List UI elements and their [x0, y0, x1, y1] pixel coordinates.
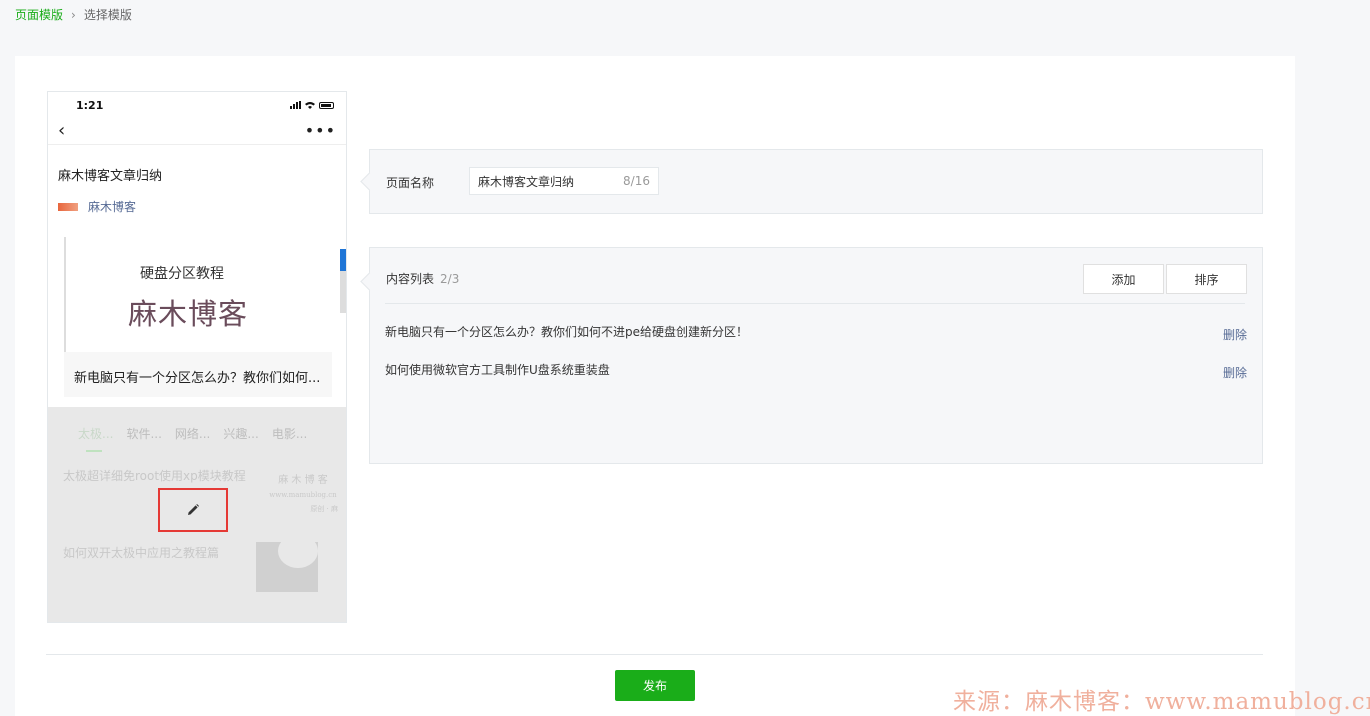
menu-tab-2[interactable]: 软件... [126, 425, 161, 442]
menu-tabs: 太极... 软件... 网络... 兴趣... 电影... [48, 407, 346, 452]
more-icon[interactable]: ••• [305, 121, 336, 140]
divider [385, 303, 1245, 304]
footer-divider [46, 654, 1263, 655]
cover-logo-text: 麻木博客 [128, 297, 249, 331]
breadcrumb-current: 选择模版 [83, 8, 132, 22]
breadcrumb-link-page-templates[interactable]: 页面模版 [15, 6, 63, 23]
cover-caption: 新电脑只有一个分区怎么办？教你们如何... [64, 352, 332, 397]
sort-button[interactable]: 排序 [1166, 264, 1247, 294]
wifi-icon [305, 102, 315, 109]
content-list-item: 如何使用微软官方工具制作U盘系统重装盘 删除 [385, 361, 1247, 381]
page-name-counter: 8/16 [623, 174, 650, 188]
menu-tab-5[interactable]: 电影... [272, 425, 307, 442]
delete-button[interactable]: 删除 [1223, 364, 1247, 381]
image-watermark: 麻 木 博 客 www.mamublog.cn 原创 · 麻 [269, 475, 338, 513]
pencil-icon [188, 504, 199, 515]
cover-subtitle: 硬盘分区教程 [140, 266, 224, 282]
status-bar: 1:21 [48, 94, 346, 116]
add-button[interactable]: 添加 [1083, 264, 1164, 294]
panel-arrow [360, 272, 379, 291]
list-item: 太极超详细免root使用xp模块教程 [63, 469, 246, 483]
battery-icon [319, 101, 334, 109]
author-logo [58, 202, 78, 211]
menu-tab-1[interactable]: 太极... [78, 425, 113, 452]
breadcrumb-separator-icon: › [71, 7, 76, 22]
content-list-count: 2/3 [440, 272, 460, 286]
content-list-item: 新电脑只有一个分区怎么办？教你们如何不进pe给硬盘创建新分区！ 删除 [385, 323, 1247, 343]
status-time: 1:21 [76, 98, 104, 112]
breadcrumb: 页面模版 › 选择模版 [15, 6, 132, 23]
phone-content: 麻木博客文章归纳 麻木博客 硬盘分区教程 麻木博客 新电脑只有一个分区怎么办？教… [48, 144, 346, 397]
signal-icon [290, 101, 301, 109]
content-item-title: 如何使用微软官方工具制作U盘系统重装盘 [385, 363, 610, 377]
article-title: 麻木博客文章归纳 [58, 169, 163, 184]
content-list-header: 内容列表 2/3 [386, 270, 459, 287]
page-name-label: 页面名称 [386, 176, 435, 190]
page-name-input[interactable]: 麻木博客文章归纳 8/16 [469, 167, 659, 195]
content-list-label: 内容列表 [386, 272, 435, 286]
phone-nav-bar: ‹ ••• [48, 116, 346, 144]
list-thumbnail [256, 534, 318, 592]
phone-scrollbar[interactable] [340, 249, 346, 313]
author-row: 麻木博客 [48, 184, 346, 215]
content-item-title: 新电脑只有一个分区怎么办？教你们如何不进pe给硬盘创建新分区！ [385, 325, 749, 339]
edit-button[interactable] [158, 488, 228, 532]
article-cover[interactable]: 硬盘分区教程 麻木博客 新电脑只有一个分区怎么办？教你们如何... [64, 237, 346, 397]
menu-tab-4[interactable]: 兴趣... [223, 425, 258, 442]
author-name[interactable]: 麻木博客 [88, 198, 136, 215]
menu-edit-overlay: 太极... 软件... 网络... 兴趣... 电影... 太极超详细免root… [48, 407, 346, 622]
phone-preview: 1:21 ‹ ••• 麻木博客文章归纳 麻木博客 硬盘分区教程 麻木博客 新电脑… [47, 91, 347, 623]
cover-image: 硬盘分区教程 麻木博客 [64, 237, 334, 352]
page-name-value: 麻木博客文章归纳 [478, 174, 575, 189]
panel-arrow [360, 172, 379, 191]
page-name-panel: 页面名称 麻木博客文章归纳 8/16 [360, 149, 1263, 214]
list-item: 如何双开太极中应用之教程篇 [63, 546, 220, 560]
publish-button[interactable]: 发布 [615, 670, 695, 701]
delete-button[interactable]: 删除 [1223, 326, 1247, 343]
menu-tab-3[interactable]: 网络... [175, 425, 210, 442]
content-list-panel: 内容列表 2/3 添加 排序 新电脑只有一个分区怎么办？教你们如何不进pe给硬盘创… [360, 247, 1263, 464]
back-icon[interactable]: ‹ [58, 120, 65, 141]
main-card: 1:21 ‹ ••• 麻木博客文章归纳 麻木博客 硬盘分区教程 麻木博客 新电脑… [15, 56, 1295, 716]
